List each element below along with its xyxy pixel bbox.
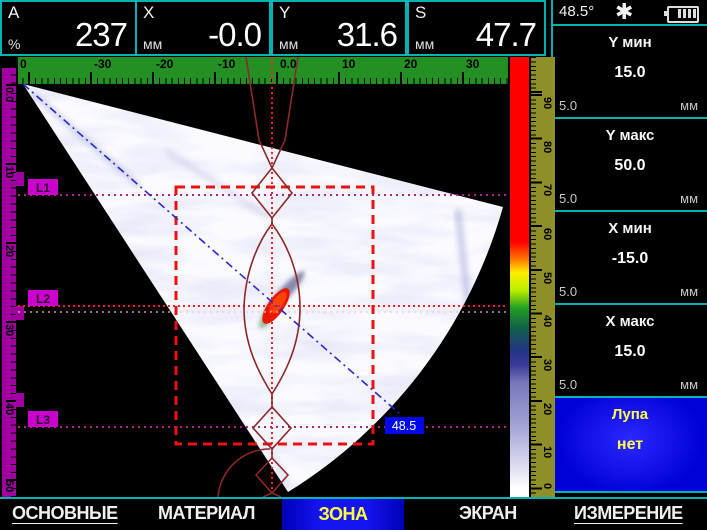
ruler-label: 20 [3,245,15,257]
gate-tag-l3: L3 [36,413,50,427]
ruler-label: 40 [3,403,15,415]
readout-label: A [8,3,19,23]
readout-x: X мм -0.0 [135,0,271,56]
readout-unit: мм [415,36,434,52]
param-magnifier[interactable]: Лупа нет [553,398,707,493]
amplitude-colorbar [510,57,529,497]
param-x-max[interactable]: X макс 15.0 5.0 мм [553,305,707,398]
beam-angle-flag-text: 48.5 [392,419,416,433]
ruler-label: 10 [541,446,553,458]
ruler-label: 40 [541,315,553,327]
param-unit: мм [680,98,698,113]
readout-label: S [415,3,426,23]
readout-unit: мм [143,36,162,52]
readout-amplitude: A % 237 [0,0,137,56]
beam-angle-flag: 48.5 [385,417,424,434]
gate-tag-l2: L2 [36,292,50,306]
param-value: нет [553,436,707,454]
sector-scan-display: L1 L2 L3 48.5 [18,57,508,497]
ruler-label: 90 [541,97,553,109]
gate-tags: L1 L2 L3 [28,179,58,427]
gate-tag-l1: L1 [36,181,50,195]
sector-texture [18,57,508,497]
param-value: 15.0 [553,343,707,361]
param-unit: мм [680,377,698,392]
param-y-min[interactable]: Y мин 15.0 5.0 мм [553,26,707,119]
param-title: Лупа [553,406,707,423]
param-x-min[interactable]: X мин -15.0 5.0 мм [553,212,707,305]
ruler-label: 80 [541,141,553,153]
ruler-label: 0.0 [3,87,15,102]
param-step: 5.0 [559,191,577,206]
menu-item-osnovnye[interactable]: ОСНОВНЫЕ [12,499,118,530]
ruler-label: 30 [3,324,15,336]
param-unit: мм [680,191,698,206]
ruler-label: 60 [541,228,553,240]
readout-value: 31.6 [337,16,397,54]
param-unit: мм [680,284,698,299]
menu-item-material[interactable]: МАТЕРИАЛ [158,499,255,530]
readout-unit: % [8,36,20,52]
param-y-max[interactable]: Y макс 50.0 5.0 мм [553,119,707,212]
battery-icon [667,6,699,23]
flaw-detector-screen: A % 237 X мм -0.0 Y мм 31.6 S мм 47.7 48… [0,0,707,530]
param-step: 5.0 [559,98,577,113]
ruler-label: 30 [541,359,553,371]
param-value: -15.0 [553,250,707,268]
param-value: 15.0 [553,64,707,82]
menu-item-zona[interactable]: ЗОНА [282,499,404,530]
main-menu: ОСНОВНЫЕ МАТЕРИАЛ ЗОНА ЭКРАН ИЗМЕРЕНИЕ [0,499,707,530]
ruler-label: 70 [541,184,553,196]
readout-s: S мм 47.7 [407,0,546,56]
readout-y: Y мм 31.6 [271,0,407,56]
param-title: X мин [553,220,707,237]
beam-angle-readout: 48.5° [559,3,594,20]
param-title: X макс [553,313,707,330]
ruler-label: 50 [541,272,553,284]
param-step: 5.0 [559,284,577,299]
ruler-label: 10 [3,166,15,178]
menu-item-ekran[interactable]: ЭКРАН [459,499,517,530]
y-axis-ruler: 0.0 10 20 30 40 50 [2,68,16,497]
param-value: 50.0 [553,157,707,175]
menu-item-zona-label: ЗОНА [318,504,367,525]
ruler-label: 0 [541,483,553,489]
status-box: 48.5° ✱ [553,0,707,26]
param-title: Y макс [553,127,707,144]
ruler-label: 50 [3,480,15,492]
freeze-icon: ✱ [615,0,633,25]
ruler-ticks-major [6,68,16,497]
ruler-label: 20 [541,403,553,415]
amplitude-ruler: 90 80 70 60 50 40 30 20 10 0 [531,57,555,497]
readout-value: 237 [75,16,127,54]
param-title: Y мин [553,34,707,51]
readout-label: Y [279,3,290,23]
readout-value: 47.7 [476,16,536,54]
param-step: 5.0 [559,377,577,392]
readout-label: X [143,3,154,23]
menu-item-izmerenie[interactable]: ИЗМЕРЕНИЕ [574,499,683,530]
readout-unit: мм [279,36,298,52]
readout-value: -0.0 [208,16,261,54]
